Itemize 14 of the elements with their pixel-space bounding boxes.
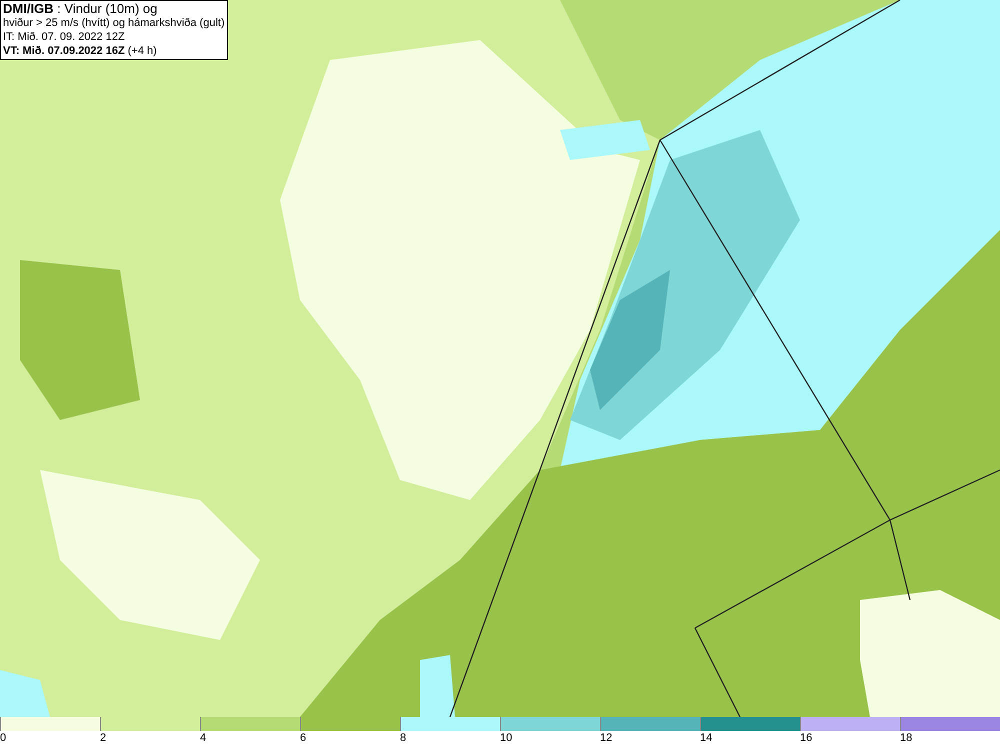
legend-label: 14 <box>700 731 712 745</box>
title-text: DMI/IGB : Vindur (10m) og <box>3 2 158 16</box>
legend-label: 18 <box>900 731 912 745</box>
title-text: IT: Mið. 07. 09. 2022 12Z <box>3 30 126 44</box>
title-text: VT: Mið. 07.09.2022 16Z (+4 h) <box>3 44 158 58</box>
legend-label: 0 <box>0 731 6 745</box>
title-text: hviður > 25 m/s (hvítt) og hámarkshviða (gult) <box>3 16 225 30</box>
legend-label: 12 <box>600 731 612 745</box>
legend-label: 4 <box>200 731 206 745</box>
legend-label: 8 <box>400 731 406 745</box>
legend-label: 6 <box>300 731 306 745</box>
legend-label: 10 <box>500 731 512 745</box>
legend-label: 2 <box>100 731 106 745</box>
legend-label: 16 <box>800 731 812 745</box>
